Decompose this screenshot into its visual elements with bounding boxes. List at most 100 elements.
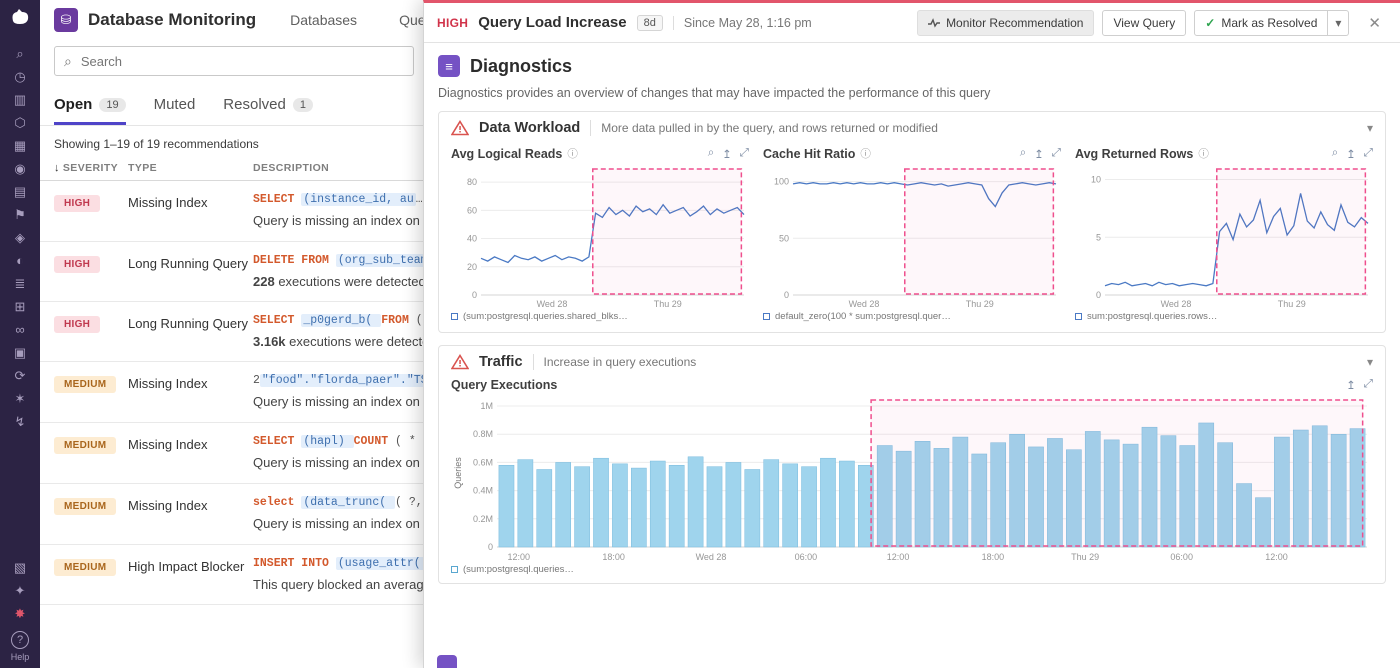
severity-badge: MEDIUM [54,498,116,515]
severity-badge: MEDIUM [54,437,116,454]
sidebar-item-dashboards[interactable]: ▤ [0,180,40,203]
svg-text:12:00: 12:00 [1265,552,1288,562]
severity-badge: MEDIUM [54,559,116,576]
collapse-chevron-icon[interactable]: ▾ [1367,355,1373,369]
svg-text:80: 80 [467,177,477,187]
svg-text:0.8M: 0.8M [473,429,493,439]
row-type: High Impact Blocker [128,557,253,574]
sidebar-item-workflows[interactable]: ⟳ [0,364,40,387]
fullscreen-icon[interactable]: ⤢ [740,147,749,161]
chart-avg-logical-reads: Avg Logical Reads ⓘ ⌕ ↥ ⤢ 806040200Wed 2… [451,146,749,322]
security-icon: ▣ [14,345,26,361]
fullscreen-icon[interactable]: ⤢ [1364,378,1373,392]
svg-text:0.4M: 0.4M [473,486,493,496]
sidebar-item-monitors[interactable]: ⚑ [0,203,40,226]
nav-databases[interactable]: Databases [290,12,357,28]
sidebar-item-host-map[interactable]: ▦ [0,134,40,157]
legend-swatch [763,313,770,320]
svg-text:Thu 29: Thu 29 [1071,552,1099,562]
chart-title: Avg Returned Rows [1075,147,1193,161]
diagnostics-description: Diagnostics provides an overview of chan… [438,86,1386,100]
sidebar-item-bits-ai[interactable]: ✸ [0,602,40,625]
sidebar-item-ci-cd[interactable]: ⊞ [0,295,40,318]
collapse-chevron-icon[interactable]: ▾ [1367,121,1373,135]
chevron-down-icon: ▾ [1335,16,1341,30]
tab-resolved-count: 1 [293,98,313,112]
search-bar[interactable]: ⌕ [54,46,414,76]
export-icon[interactable]: ↥ [1346,147,1356,161]
sidebar-item-service-map[interactable]: ∞ [0,318,40,341]
zoom-icon[interactable]: ⌕ [1020,147,1026,161]
resolve-button-label: Mark as Resolved [1221,16,1317,30]
tab-resolved[interactable]: Resolved 1 [223,96,313,125]
diagnostics-icon: ≡ [438,55,460,77]
mark-as-resolved-button[interactable]: ✓ Mark as Resolved [1194,10,1328,36]
integrations-icon: ▧ [14,560,26,576]
svg-text:18:00: 18:00 [982,552,1005,562]
fullscreen-icon[interactable]: ⤢ [1052,147,1061,161]
svg-text:12:00: 12:00 [887,552,910,562]
tab-muted[interactable]: Muted [154,96,196,125]
tab-open[interactable]: Open 19 [54,96,126,125]
sort-descending-icon[interactable]: ↓ [54,162,60,174]
info-icon[interactable]: ⓘ [1198,146,1209,161]
export-icon[interactable]: ↥ [1346,378,1356,392]
view-query-label: View Query [1113,16,1175,30]
sidebar-item-search[interactable]: ⌕ [0,42,40,65]
traffic-header[interactable]: Traffic Increase in query executions ▾ [439,346,1385,378]
column-severity[interactable]: SEVERITY [63,162,118,174]
sidebar-item-rum[interactable]: ◐ [0,249,40,272]
zoom-icon[interactable]: ⌕ [1332,147,1338,161]
chart-avg-returned-rows: Avg Returned Rows ⓘ ⌕ ↥ ⤢ 1050Wed 28Thu … [1075,146,1373,322]
export-icon[interactable]: ↥ [722,147,732,161]
cache-hit-ratio-plot[interactable]: 100500Wed 28Thu 29 [763,162,1061,310]
view-query-button[interactable]: View Query [1102,10,1186,36]
zoom-icon[interactable]: ⌕ [708,147,714,161]
sidebar-item-apm[interactable]: ◉ [0,157,40,180]
sidebar-item-integrations[interactable]: ▧ [0,556,40,579]
query-executions-plot[interactable]: Queries1M0.8M0.6M0.4M0.2M012:0018:00Wed … [451,393,1373,563]
monitor-recommendation-button[interactable]: Monitor Recommendation [917,10,1094,36]
svg-text:Wed 28: Wed 28 [1161,299,1192,309]
svg-text:5: 5 [1096,232,1101,242]
data-workload-section: Data Workload More data pulled in by the… [438,111,1386,333]
row-type: Long Running Query [128,314,253,331]
help-icon[interactable]: ? [11,631,29,649]
tab-open-count: 19 [99,98,125,112]
fullscreen-icon[interactable]: ⤢ [1364,147,1373,161]
sidebar-item-incidents[interactable]: ✶ [0,387,40,410]
section-subtitle: More data pulled in by the query, and ro… [601,121,938,135]
data-workload-header[interactable]: Data Workload More data pulled in by the… [439,112,1385,144]
monitor-icon [928,18,940,28]
sidebar-item-sparkles[interactable]: ✦ [0,579,40,602]
sidebar-item-logs[interactable]: ≣ [0,272,40,295]
legend-label: (sum:postgresql.queries… [463,564,574,575]
avg-returned-rows-plot[interactable]: 1050Wed 28Thu 29 [1075,162,1373,310]
severity-badge: HIGH [54,256,100,273]
dbm-logo-icon: ⛁ [54,8,78,32]
info-icon[interactable]: ⓘ [567,146,578,161]
chart-title: Cache Hit Ratio [763,147,855,161]
sidebar-item-infrastructure[interactable]: ⬡ [0,111,40,134]
severity-badge: HIGH [54,316,100,333]
resolve-dropdown-button[interactable]: ▾ [1328,10,1349,36]
svg-text:40: 40 [467,234,477,244]
svg-text:0: 0 [488,542,493,552]
close-panel-button[interactable]: ✕ [1362,13,1387,33]
workflows-icon: ⟳ [15,368,26,384]
datadog-logo[interactable] [9,7,31,32]
column-type[interactable]: TYPE [128,162,253,174]
divider [533,354,534,370]
severity-badge: MEDIUM [54,376,116,393]
search-input[interactable] [79,53,404,70]
sidebar-item-security[interactable]: ▣ [0,341,40,364]
svg-text:06:00: 06:00 [795,552,818,562]
sidebar-item-metrics[interactable]: ▥ [0,88,40,111]
sidebar-item-watchdog[interactable]: ◷ [0,65,40,88]
info-icon[interactable]: ⓘ [860,146,871,161]
sidebar-item-error-tracking[interactable]: ↯ [0,410,40,433]
export-icon[interactable]: ↥ [1034,147,1044,161]
sidebar-item-synthetics[interactable]: ◈ [0,226,40,249]
avg-logical-reads-plot[interactable]: 806040200Wed 28Thu 29 [451,162,749,310]
metrics-icon: ▥ [14,92,26,108]
